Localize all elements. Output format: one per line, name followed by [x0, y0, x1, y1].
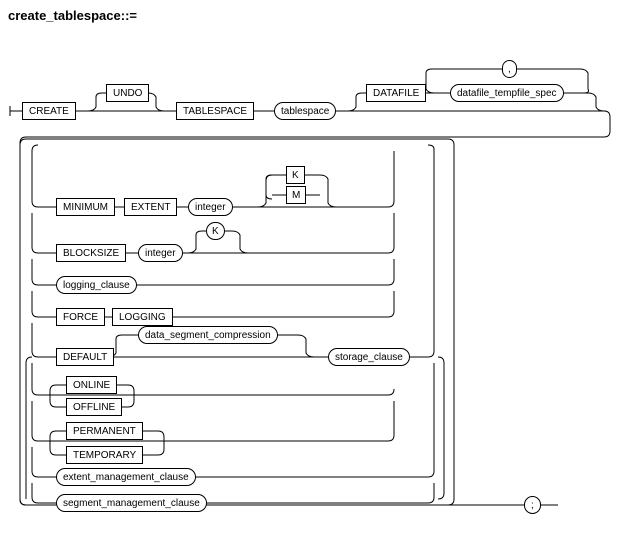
keyword-k: K [286, 166, 305, 184]
keyword-default: DEFAULT [56, 348, 114, 366]
nonterm-storage-clause: storage_clause [328, 348, 410, 366]
punct-semicolon: ; [524, 496, 541, 514]
punct-comma: , [502, 60, 517, 78]
nonterm-tablespace: tablespace [274, 102, 336, 120]
diagram-title: create_tablespace::= [8, 8, 612, 23]
keyword-m: M [286, 186, 306, 204]
keyword-minimum: MINIMUM [56, 198, 115, 216]
keyword-logging: LOGGING [112, 308, 173, 326]
syntax-diagram: CREATE UNDO TABLESPACE tablespace DATAFI… [8, 37, 612, 537]
keyword-undo: UNDO [106, 84, 149, 102]
keyword-datafile: DATAFILE [366, 84, 426, 102]
keyword-extent: EXTENT [124, 198, 177, 216]
keyword-permanent: PERMANENT [66, 422, 143, 440]
nonterm-segment-management-clause: segment_management_clause [56, 494, 207, 512]
keyword-blocksize: BLOCKSIZE [56, 244, 126, 262]
keyword-temporary: TEMPORARY [66, 446, 143, 464]
keyword-offline: OFFLINE [66, 398, 122, 416]
keyword-create: CREATE [22, 102, 76, 120]
nonterm-logging-clause: logging_clause [56, 276, 137, 294]
nonterm-integer-1: integer [188, 198, 233, 216]
keyword-force: FORCE [56, 308, 105, 326]
nonterm-datafile-tempfile-spec: datafile_tempfile_spec [450, 84, 564, 102]
nonterm-integer-2: integer [138, 244, 183, 262]
keyword-online: ONLINE [66, 376, 117, 394]
keyword-tablespace: TABLESPACE [176, 102, 254, 120]
nonterm-extent-management-clause: extent_management_clause [56, 468, 196, 486]
keyword-k2: K [206, 222, 225, 240]
nonterm-data-segment-compression: data_segment_compression [138, 326, 278, 344]
